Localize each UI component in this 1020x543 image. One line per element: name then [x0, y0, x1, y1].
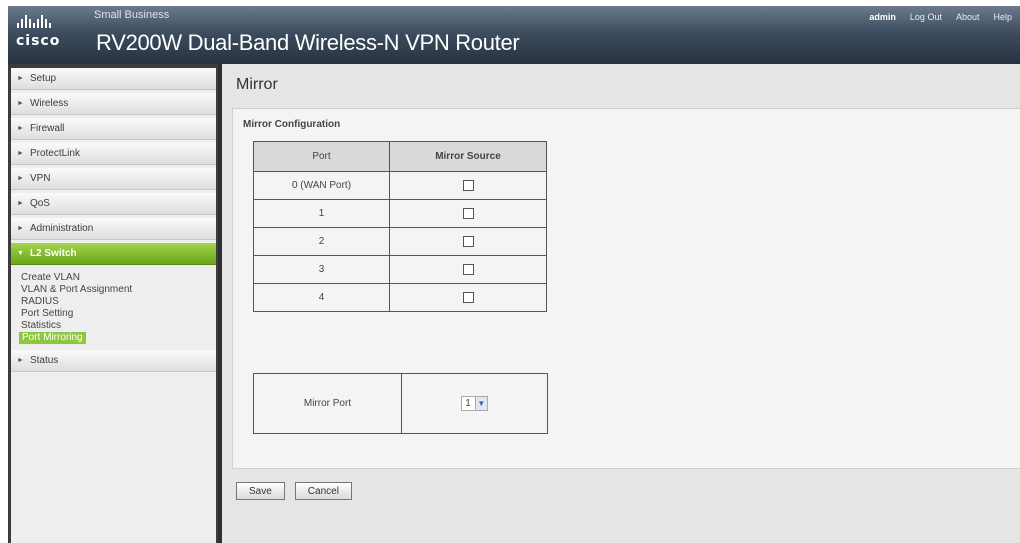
sidebar-item-label: VPN: [29, 173, 51, 184]
arrow-right-icon: ►: [17, 125, 24, 132]
arrow-right-icon: ►: [17, 357, 24, 364]
about-link[interactable]: About: [956, 12, 980, 22]
column-header-mirror-source: Mirror Source: [389, 141, 547, 172]
button-row: Save Cancel: [236, 482, 352, 500]
logo-text: cisco: [16, 33, 61, 49]
chevron-down-icon: ▼: [474, 397, 487, 410]
cisco-bars-icon: [17, 14, 76, 28]
sidebar-item-label: ProtectLink: [29, 148, 80, 159]
sidebar-item-administration[interactable]: ► Administration: [11, 218, 216, 240]
mirror-source-checkbox-4[interactable]: [462, 291, 474, 303]
sidebar-item-status[interactable]: ► Status: [11, 350, 216, 372]
mirror-port-cell: 1 ▼: [401, 373, 548, 434]
cancel-button[interactable]: Cancel: [294, 482, 352, 500]
brand-line: Small Business: [94, 9, 170, 21]
sidebar-item-firewall[interactable]: ► Firewall: [11, 118, 216, 140]
arrow-right-icon: ►: [17, 150, 24, 157]
main-content: Mirror Mirror Configuration Port Mirror …: [218, 64, 1020, 543]
help-link[interactable]: Help: [993, 12, 1012, 22]
section-title: Mirror Configuration: [243, 119, 341, 130]
arrow-right-icon: ►: [17, 100, 24, 107]
port-cell: 4: [253, 283, 390, 312]
sidebar-item-label: Setup: [29, 73, 57, 84]
port-cell: 1: [253, 199, 390, 228]
mirror-source-table: Port Mirror Source 0 (WAN Port) 1 2 3 4: [253, 141, 547, 312]
subnav-port-mirroring[interactable]: Port Mirroring: [19, 332, 86, 344]
save-button[interactable]: Save: [236, 482, 285, 500]
port-cell: 3: [253, 255, 390, 284]
sidebar-item-wireless[interactable]: ► Wireless: [11, 93, 216, 115]
table-row: 4: [253, 283, 547, 312]
subnav-statistics[interactable]: Statistics: [21, 320, 216, 332]
port-cell: 2: [253, 227, 390, 256]
sidebar-item-protectlink[interactable]: ► ProtectLink: [11, 143, 216, 165]
mirror-source-checkbox-1[interactable]: [462, 207, 474, 219]
table-row: 1: [253, 199, 547, 228]
product-title: RV200W Dual-Band Wireless-N VPN Router: [96, 30, 520, 55]
mirror-port-label: Mirror Port: [253, 373, 402, 434]
sidebar-item-label: QoS: [29, 198, 50, 209]
page-title: Mirror: [236, 76, 278, 93]
subnav-vlan-port-assignment[interactable]: VLAN & Port Assignment: [21, 284, 216, 296]
arrow-down-icon: ▼: [17, 250, 24, 257]
current-user: admin: [869, 12, 896, 22]
arrow-right-icon: ►: [17, 175, 24, 182]
table-row: 0 (WAN Port): [253, 171, 547, 200]
table-row: 3: [253, 255, 547, 284]
mirror-source-cell: [389, 171, 547, 200]
table-row: 2: [253, 227, 547, 256]
column-header-port: Port: [253, 141, 390, 172]
subnav-radius[interactable]: RADIUS: [21, 296, 216, 308]
arrow-right-icon: ►: [17, 225, 24, 232]
subnav-port-setting[interactable]: Port Setting: [21, 308, 216, 320]
sidebar-item-label: Wireless: [29, 98, 69, 109]
header-bar: cisco Small Business RV200W Dual-Band Wi…: [8, 6, 1020, 64]
arrow-right-icon: ►: [17, 75, 24, 82]
mirror-source-cell: [389, 283, 547, 312]
sidebar-item-l2-switch[interactable]: ▼ L2 Switch: [11, 243, 216, 265]
mirror-source-checkbox-wan[interactable]: [462, 179, 474, 191]
arrow-right-icon: ►: [17, 200, 24, 207]
mirror-config-panel: Mirror Configuration Port Mirror Source …: [232, 108, 1020, 469]
mirror-source-cell: [389, 255, 547, 284]
mirror-port-select[interactable]: 1 ▼: [461, 396, 488, 411]
mirror-source-checkbox-2[interactable]: [462, 235, 474, 247]
l2-switch-submenu: Create VLAN VLAN & Port Assignment RADIU…: [11, 268, 216, 350]
table-header-row: Port Mirror Source: [253, 141, 547, 172]
port-cell: 0 (WAN Port): [253, 171, 390, 200]
mirror-source-checkbox-3[interactable]: [462, 263, 474, 275]
sidebar-item-vpn[interactable]: ► VPN: [11, 168, 216, 190]
sidebar-item-label: L2 Switch: [29, 248, 77, 259]
cisco-logo: cisco: [16, 14, 76, 56]
sidebar-item-setup[interactable]: ► Setup: [11, 68, 216, 90]
sidebar-menu: ► Setup ► Wireless ► Firewall ► ProtectLink …: [11, 68, 216, 543]
sidebar-item-label: Administration: [29, 223, 94, 234]
sidebar: ► Setup ► Wireless ► Firewall ► ProtectLink …: [8, 64, 218, 543]
sidebar-item-label: Firewall: [29, 123, 65, 134]
mirror-source-cell: [389, 227, 547, 256]
mirror-port-table: Mirror Port 1 ▼: [253, 373, 548, 434]
sidebar-item-label: Status: [29, 355, 59, 366]
logout-link[interactable]: Log Out: [910, 12, 942, 22]
mirror-port-row: Mirror Port 1 ▼: [253, 373, 548, 434]
top-links: admin Log Out About Help: [869, 12, 1012, 22]
mirror-port-value: 1: [465, 398, 471, 409]
mirror-source-cell: [389, 199, 547, 228]
subnav-create-vlan[interactable]: Create VLAN: [21, 272, 216, 284]
sidebar-item-qos[interactable]: ► QoS: [11, 193, 216, 215]
